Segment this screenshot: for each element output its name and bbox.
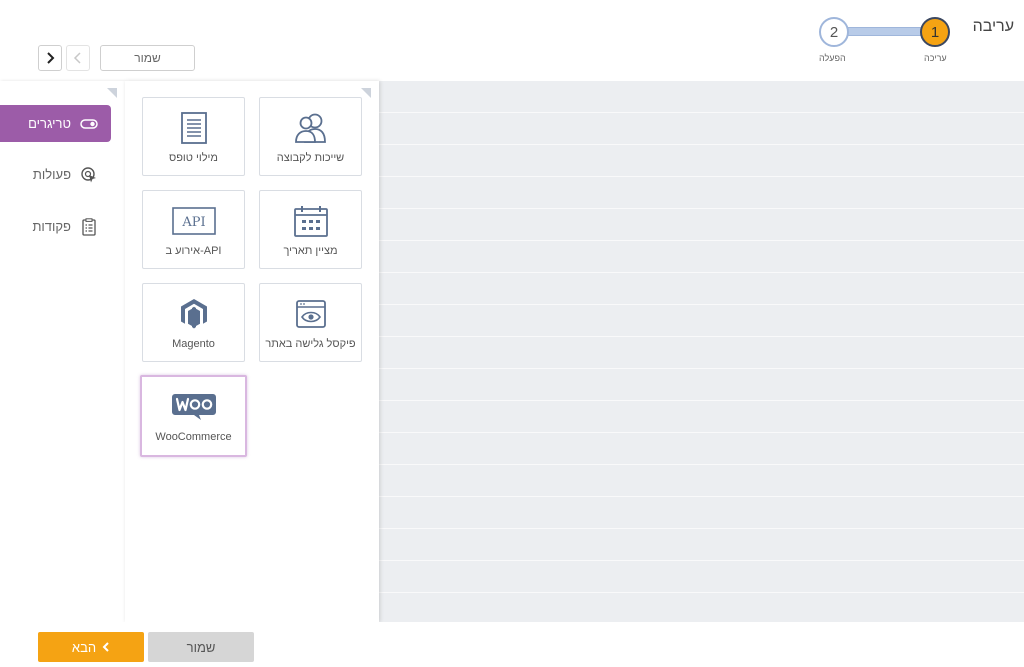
sidebar-item-label: טריגרים [28, 116, 71, 131]
trigger-tile-form-fill[interactable]: מילוי טופס [142, 97, 245, 176]
chevron-right-icon [47, 52, 55, 64]
document-form-icon [180, 112, 207, 144]
footer-bar: הבא שמור [0, 622, 1024, 667]
triggers-panel: שייכות לקבוצה מילוי טופס מציין תאריך API… [125, 81, 379, 622]
trigger-tile-date[interactable]: מציין תאריך [259, 190, 362, 269]
step-1-label: עריכה [924, 53, 947, 63]
chevron-left-icon [73, 52, 81, 64]
trigger-tile-label: WooCommerce [155, 431, 232, 443]
trigger-tile-api-event[interactable]: API אירוע ב-API [142, 190, 245, 269]
sidebar-item-label: פקודות [32, 219, 71, 234]
sidebar-item-actions[interactable]: פעולות [0, 156, 111, 193]
next-arrow-button[interactable] [38, 45, 62, 71]
calendar-icon [293, 206, 328, 237]
woocommerce-icon [171, 394, 216, 420]
step-1-circle[interactable]: 1 [920, 17, 950, 47]
api-icon: API [171, 207, 216, 235]
collapse-corner-icon[interactable] [107, 88, 117, 98]
top-toolbar: שמור [38, 45, 195, 71]
prev-arrow-button[interactable] [66, 45, 90, 71]
trigger-tile-magento[interactable]: Magento [142, 283, 245, 362]
trigger-tile-label: Magento [172, 338, 215, 350]
next-button-label: הבא [71, 639, 97, 655]
sidebar-item-commands[interactable]: פקודות [0, 208, 111, 245]
magento-icon [180, 299, 207, 329]
trigger-tile-group-membership[interactable]: שייכות לקבוצה [259, 97, 362, 176]
trigger-tile-label: מציין תאריך [283, 245, 338, 257]
trigger-tile-label: מילוי טופס [169, 152, 218, 164]
progress-stepper: 2 1 הפעלה עריכה [815, 16, 955, 66]
sidebar-item-label: פעולות [32, 167, 71, 182]
step-2-circle[interactable]: 2 [819, 17, 849, 47]
clipboard-list-icon [79, 217, 99, 237]
toggle-icon [79, 114, 99, 134]
trigger-tile-woocommerce[interactable]: WooCommerce [140, 375, 247, 457]
svg-text:API: API [181, 215, 205, 230]
cursor-click-icon [79, 165, 99, 185]
trigger-tile-label: שייכות לקבוצה [276, 152, 345, 164]
save-button[interactable]: שמור [148, 632, 254, 662]
browser-eye-icon [295, 300, 326, 328]
collapse-corner-icon[interactable] [361, 88, 371, 98]
chevron-left-icon [102, 642, 109, 652]
step-2-label: הפעלה [819, 53, 846, 63]
next-button[interactable]: הבא [38, 632, 144, 662]
trigger-tile-label: פיקסל גלישה באתר [265, 338, 356, 350]
sidebar-item-triggers[interactable]: טריגרים [0, 105, 111, 142]
trigger-tile-label: אירוע ב-API [165, 245, 222, 257]
users-icon [294, 113, 326, 143]
trigger-tile-site-pixel[interactable]: פיקסל גלישה באתר [259, 283, 362, 362]
page-title: עריבה [972, 18, 1014, 35]
sidebar: טריגרים פעולות פקודות [0, 81, 125, 622]
save-button-top[interactable]: שמור [100, 45, 195, 71]
